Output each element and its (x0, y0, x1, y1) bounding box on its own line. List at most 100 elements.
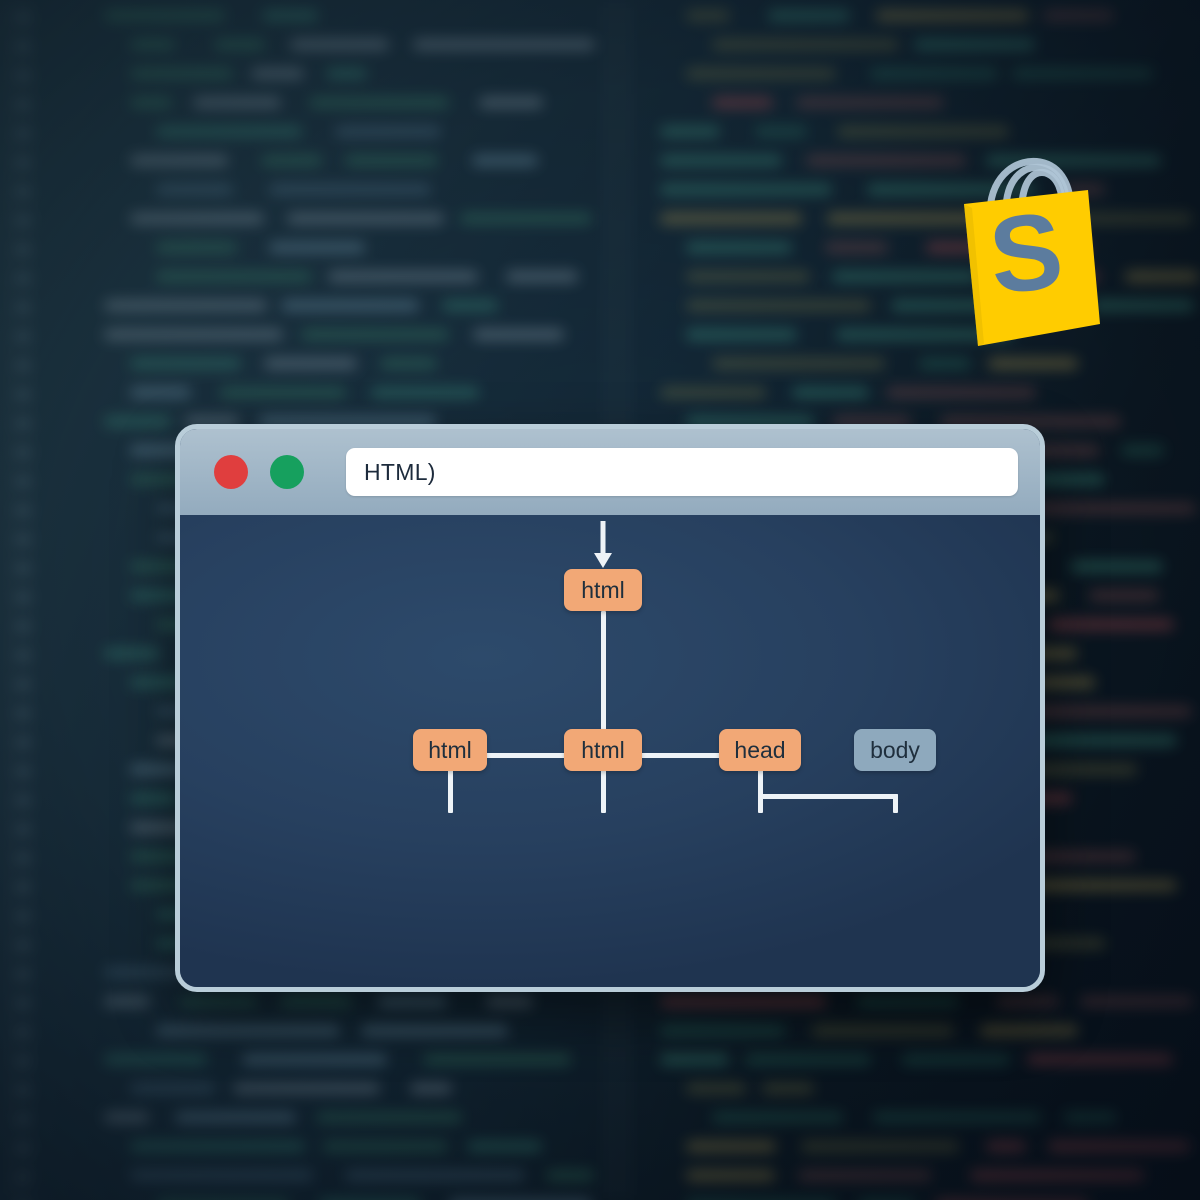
code-token (660, 387, 766, 398)
code-token (506, 271, 578, 282)
address-bar-text: HTML) (364, 458, 436, 485)
line-number (16, 246, 30, 253)
code-token (322, 1141, 448, 1152)
code-token (486, 996, 533, 1007)
code-token (1125, 271, 1199, 282)
tree-node-label: head (734, 736, 786, 763)
code-token (873, 1112, 1041, 1123)
address-bar[interactable]: HTML) (346, 448, 1018, 496)
code-token (1034, 503, 1196, 514)
line-number (16, 710, 30, 717)
code-token (660, 1025, 785, 1036)
line-number (16, 391, 30, 398)
line-number (16, 1145, 30, 1152)
code-token (712, 358, 885, 369)
line-number (16, 739, 30, 746)
code-token (986, 1141, 1026, 1152)
code-token (328, 271, 478, 282)
code-token (242, 1054, 387, 1065)
code-token (130, 1170, 313, 1181)
code-token (1012, 68, 1153, 79)
code-token (806, 155, 966, 166)
code-token (371, 387, 479, 398)
code-token (686, 1141, 776, 1152)
line-number (16, 565, 30, 572)
code-token (886, 387, 1036, 398)
code-token (686, 10, 730, 21)
code-token (1091, 300, 1194, 311)
code-token (712, 97, 773, 108)
code-token (130, 1141, 305, 1152)
code-token (130, 358, 241, 369)
code-token (281, 300, 419, 311)
code-token (762, 1083, 814, 1094)
line-number (16, 72, 30, 79)
code-token (857, 996, 959, 1007)
code-token (378, 996, 447, 1007)
code-token (361, 1025, 508, 1036)
code-token (980, 1025, 1078, 1036)
code-token (546, 1170, 594, 1181)
code-token (130, 793, 178, 804)
code-token (1089, 590, 1159, 601)
code-token (796, 97, 944, 108)
edge-head-to-body (757, 794, 898, 799)
line-number (16, 942, 30, 949)
line-number (16, 101, 30, 108)
code-token (801, 1141, 959, 1152)
line-number (16, 768, 30, 775)
code-token (175, 1112, 296, 1123)
code-token (180, 996, 257, 1007)
line-number (16, 304, 30, 311)
tree-node-label: html (581, 576, 625, 603)
code-token (220, 387, 346, 398)
maximize-button[interactable] (270, 455, 304, 489)
code-token (467, 1141, 542, 1152)
code-token (768, 10, 850, 21)
code-token (130, 1083, 215, 1094)
tree-node-child-body[interactable]: body (854, 729, 936, 771)
code-token (156, 1025, 340, 1036)
code-token (104, 1054, 207, 1065)
code-token (104, 648, 160, 659)
code-token (472, 155, 538, 166)
diagram-canvas: html html html head body (180, 515, 1040, 987)
code-token (269, 184, 431, 195)
tree-node-child-head[interactable]: head (719, 729, 801, 771)
code-token (479, 97, 543, 108)
line-number (16, 362, 30, 369)
tree-node-child-html-mid[interactable]: html (564, 729, 642, 771)
line-number (16, 594, 30, 601)
code-token (104, 416, 171, 427)
code-token (798, 1170, 932, 1181)
code-token (970, 1170, 1144, 1181)
code-token (660, 184, 832, 195)
edge-to-child-body (892, 794, 898, 813)
line-number (16, 1087, 30, 1094)
tree-node-child-html-left[interactable]: html (413, 729, 487, 771)
code-token (1121, 445, 1164, 456)
code-token (745, 1054, 871, 1065)
code-token (156, 184, 233, 195)
close-button[interactable] (214, 455, 248, 489)
line-number (16, 1174, 30, 1181)
line-number (16, 43, 30, 50)
tree-node-label: html (428, 736, 472, 763)
code-token (660, 996, 826, 1007)
line-number (16, 971, 30, 978)
code-token (287, 213, 444, 224)
code-token (1064, 1112, 1117, 1123)
tree-node-root-html[interactable]: html (564, 569, 642, 611)
bag-letter-s: S (984, 189, 1068, 317)
code-token (1048, 1141, 1190, 1152)
code-token (1048, 619, 1174, 630)
code-token (413, 39, 595, 50)
line-number (16, 1000, 30, 1007)
line-number (16, 1058, 30, 1065)
code-token (193, 97, 281, 108)
line-number (16, 333, 30, 340)
line-number (16, 130, 30, 137)
tree-node-label: html (581, 736, 625, 763)
code-token (104, 996, 150, 1007)
code-token (130, 39, 175, 50)
